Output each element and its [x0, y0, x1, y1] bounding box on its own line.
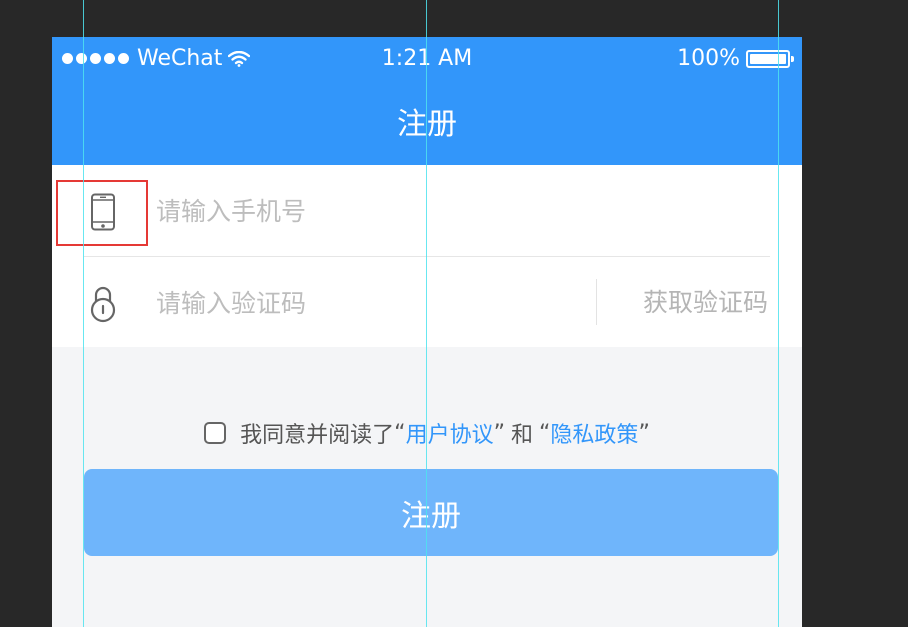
- app-header: WeChat 1:21 AM 100% 注册: [52, 37, 802, 165]
- status-right: 100%: [677, 46, 794, 71]
- agreement-prefix: 我同意并阅读了: [240, 423, 395, 448]
- register-form: 获取验证码: [52, 165, 802, 347]
- vertical-divider: [596, 279, 597, 325]
- battery-fill: [750, 53, 786, 64]
- phone-input[interactable]: [154, 187, 578, 235]
- get-code-button[interactable]: 获取验证码: [643, 283, 768, 319]
- agreement-conjunction: 和: [511, 423, 534, 448]
- battery-percent: 100%: [677, 46, 740, 71]
- phone-row: [52, 165, 802, 255]
- agree-checkbox[interactable]: [204, 422, 227, 444]
- app-screen: WeChat 1:21 AM 100% 注册 请输入手机号 请输入验证码 获取验…: [52, 37, 802, 627]
- status-bar: WeChat 1:21 AM 100%: [52, 37, 802, 81]
- privacy-policy-link[interactable]: 隐私政策: [550, 417, 638, 449]
- register-button[interactable]: 注册: [84, 469, 778, 556]
- open-quote-1: “: [394, 420, 406, 446]
- user-agreement-link[interactable]: 用户协议: [406, 417, 494, 449]
- close-quote-1: ”: [493, 420, 505, 446]
- code-row: 获取验证码: [52, 257, 802, 347]
- open-quote-2: “: [539, 420, 551, 446]
- close-quote-2: ”: [638, 420, 650, 446]
- agreement-line: 我同意并阅读了 “ 用户协议 ” 和 “ 隐私政策 ”: [52, 417, 802, 449]
- lock-icon: [90, 286, 116, 323]
- mobile-phone-icon: [91, 193, 115, 231]
- page-title: 注册: [397, 107, 457, 142]
- verification-code-input[interactable]: [154, 279, 578, 327]
- battery-icon: [746, 49, 794, 68]
